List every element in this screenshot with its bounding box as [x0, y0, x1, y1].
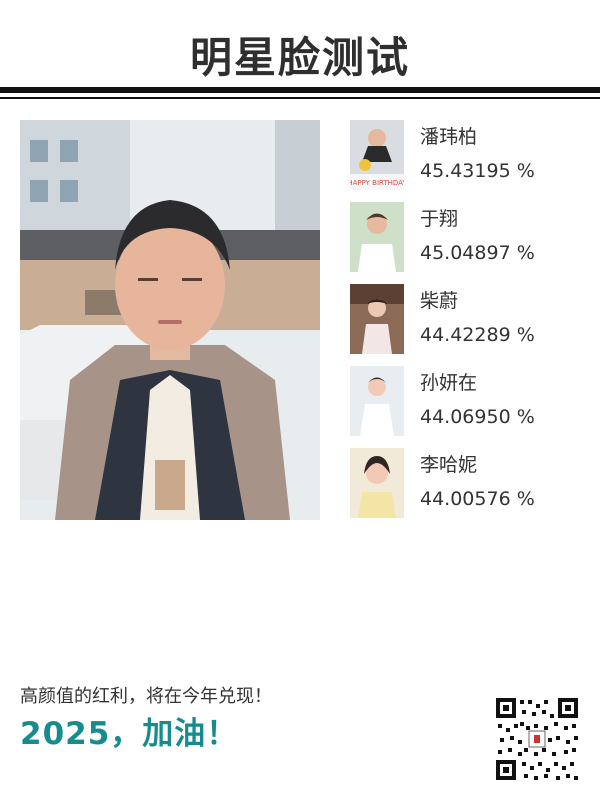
celebrity-name: 孙妍在 [420, 372, 478, 394]
thumb-caption: HAPPY BIRTHDAY [350, 179, 404, 187]
user-photo [20, 120, 320, 520]
celebrity-photo-icon [350, 284, 404, 354]
page-title: 明星脸测试 [189, 33, 410, 82]
celebrity-photo-icon: HAPPY BIRTHDAY [350, 120, 404, 190]
header-divider-thin [0, 97, 600, 99]
celebrity-name: 柴蔚 [420, 290, 459, 312]
footer-slogan: 2025，加油！ [20, 716, 239, 752]
result-item[interactable]: 于翔 45.04897 % [350, 202, 590, 272]
celebrity-name: 于翔 [420, 208, 459, 230]
qr-code-icon[interactable] [494, 696, 580, 782]
user-photo-icon [20, 120, 320, 520]
header-divider-thick [0, 87, 600, 93]
result-item[interactable]: 孙妍在 44.06950 % [350, 366, 590, 436]
similarity-percent: 45.43195 % [420, 160, 535, 182]
result-item[interactable]: HAPPY BIRTHDAY 潘玮柏 45.43195 % [350, 120, 590, 190]
celebrity-photo-icon [350, 202, 404, 272]
celebrity-name: 潘玮柏 [420, 126, 478, 148]
celebrity-photo-icon [350, 366, 404, 436]
result-item[interactable]: 李哈妮 44.00576 % [350, 448, 590, 518]
celebrity-name: 李哈妮 [420, 454, 478, 476]
similarity-percent: 44.06950 % [420, 406, 535, 428]
similarity-percent: 45.04897 % [420, 242, 535, 264]
similarity-percent: 44.00576 % [420, 488, 535, 510]
result-item[interactable]: 柴蔚 44.42289 % [350, 284, 590, 354]
celebrity-photo-icon [350, 448, 404, 518]
similarity-percent: 44.42289 % [420, 324, 535, 346]
footer-tagline: 高颜值的红利，将在今年兑现！ [20, 686, 272, 707]
